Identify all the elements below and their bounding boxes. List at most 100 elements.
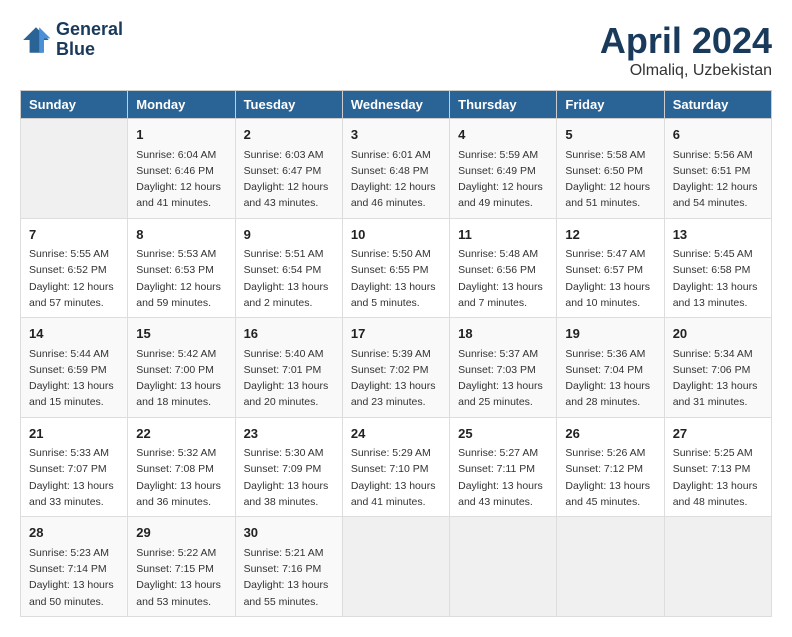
calendar-cell: 29Sunrise: 5:22 AMSunset: 7:15 PMDayligh…	[128, 517, 235, 617]
day-info: Sunrise: 5:58 AMSunset: 6:50 PMDaylight:…	[565, 147, 655, 212]
day-number: 23	[244, 424, 334, 444]
day-info: Sunrise: 5:48 AMSunset: 6:56 PMDaylight:…	[458, 246, 548, 311]
day-info: Sunrise: 5:22 AMSunset: 7:15 PMDaylight:…	[136, 545, 226, 610]
logo: General Blue	[20, 20, 123, 60]
day-number: 14	[29, 324, 119, 344]
day-number: 3	[351, 125, 441, 145]
day-info: Sunrise: 5:26 AMSunset: 7:12 PMDaylight:…	[565, 445, 655, 510]
day-number: 1	[136, 125, 226, 145]
day-number: 24	[351, 424, 441, 444]
calendar-cell: 4Sunrise: 5:59 AMSunset: 6:49 PMDaylight…	[450, 119, 557, 219]
day-info: Sunrise: 5:30 AMSunset: 7:09 PMDaylight:…	[244, 445, 334, 510]
calendar-cell: 23Sunrise: 5:30 AMSunset: 7:09 PMDayligh…	[235, 417, 342, 517]
calendar-cell: 19Sunrise: 5:36 AMSunset: 7:04 PMDayligh…	[557, 318, 664, 418]
calendar-cell: 17Sunrise: 5:39 AMSunset: 7:02 PMDayligh…	[342, 318, 449, 418]
logo-icon	[20, 24, 52, 56]
calendar-cell: 30Sunrise: 5:21 AMSunset: 7:16 PMDayligh…	[235, 517, 342, 617]
calendar-cell: 10Sunrise: 5:50 AMSunset: 6:55 PMDayligh…	[342, 218, 449, 318]
week-row-5: 28Sunrise: 5:23 AMSunset: 7:14 PMDayligh…	[21, 517, 772, 617]
day-number: 4	[458, 125, 548, 145]
calendar-cell: 5Sunrise: 5:58 AMSunset: 6:50 PMDaylight…	[557, 119, 664, 219]
day-info: Sunrise: 5:32 AMSunset: 7:08 PMDaylight:…	[136, 445, 226, 510]
calendar-cell	[664, 517, 771, 617]
column-header-sunday: Sunday	[21, 91, 128, 119]
day-info: Sunrise: 5:21 AMSunset: 7:16 PMDaylight:…	[244, 545, 334, 610]
calendar-cell: 14Sunrise: 5:44 AMSunset: 6:59 PMDayligh…	[21, 318, 128, 418]
calendar-cell: 18Sunrise: 5:37 AMSunset: 7:03 PMDayligh…	[450, 318, 557, 418]
day-info: Sunrise: 5:45 AMSunset: 6:58 PMDaylight:…	[673, 246, 763, 311]
calendar-cell: 20Sunrise: 5:34 AMSunset: 7:06 PMDayligh…	[664, 318, 771, 418]
day-info: Sunrise: 6:01 AMSunset: 6:48 PMDaylight:…	[351, 147, 441, 212]
calendar-cell: 16Sunrise: 5:40 AMSunset: 7:01 PMDayligh…	[235, 318, 342, 418]
calendar-cell: 24Sunrise: 5:29 AMSunset: 7:10 PMDayligh…	[342, 417, 449, 517]
day-info: Sunrise: 5:50 AMSunset: 6:55 PMDaylight:…	[351, 246, 441, 311]
day-info: Sunrise: 5:51 AMSunset: 6:54 PMDaylight:…	[244, 246, 334, 311]
day-number: 13	[673, 225, 763, 245]
calendar-cell: 13Sunrise: 5:45 AMSunset: 6:58 PMDayligh…	[664, 218, 771, 318]
day-info: Sunrise: 5:47 AMSunset: 6:57 PMDaylight:…	[565, 246, 655, 311]
day-info: Sunrise: 5:59 AMSunset: 6:49 PMDaylight:…	[458, 147, 548, 212]
day-number: 20	[673, 324, 763, 344]
day-info: Sunrise: 6:03 AMSunset: 6:47 PMDaylight:…	[244, 147, 334, 212]
week-row-2: 7Sunrise: 5:55 AMSunset: 6:52 PMDaylight…	[21, 218, 772, 318]
calendar-cell	[450, 517, 557, 617]
day-info: Sunrise: 5:55 AMSunset: 6:52 PMDaylight:…	[29, 246, 119, 311]
day-number: 16	[244, 324, 334, 344]
day-info: Sunrise: 5:27 AMSunset: 7:11 PMDaylight:…	[458, 445, 548, 510]
day-info: Sunrise: 5:23 AMSunset: 7:14 PMDaylight:…	[29, 545, 119, 610]
day-info: Sunrise: 5:36 AMSunset: 7:04 PMDaylight:…	[565, 346, 655, 411]
day-number: 15	[136, 324, 226, 344]
day-info: Sunrise: 5:33 AMSunset: 7:07 PMDaylight:…	[29, 445, 119, 510]
calendar-cell: 6Sunrise: 5:56 AMSunset: 6:51 PMDaylight…	[664, 119, 771, 219]
calendar-cell: 1Sunrise: 6:04 AMSunset: 6:46 PMDaylight…	[128, 119, 235, 219]
day-number: 27	[673, 424, 763, 444]
day-info: Sunrise: 5:56 AMSunset: 6:51 PMDaylight:…	[673, 147, 763, 212]
calendar-cell: 11Sunrise: 5:48 AMSunset: 6:56 PMDayligh…	[450, 218, 557, 318]
calendar-table: SundayMondayTuesdayWednesdayThursdayFrid…	[20, 90, 772, 617]
day-number: 25	[458, 424, 548, 444]
day-number: 7	[29, 225, 119, 245]
day-number: 28	[29, 523, 119, 543]
day-number: 18	[458, 324, 548, 344]
calendar-cell: 21Sunrise: 5:33 AMSunset: 7:07 PMDayligh…	[21, 417, 128, 517]
day-number: 22	[136, 424, 226, 444]
calendar-cell: 9Sunrise: 5:51 AMSunset: 6:54 PMDaylight…	[235, 218, 342, 318]
day-info: Sunrise: 5:29 AMSunset: 7:10 PMDaylight:…	[351, 445, 441, 510]
calendar-cell: 22Sunrise: 5:32 AMSunset: 7:08 PMDayligh…	[128, 417, 235, 517]
calendar-cell: 15Sunrise: 5:42 AMSunset: 7:00 PMDayligh…	[128, 318, 235, 418]
day-number: 12	[565, 225, 655, 245]
calendar-header-row: SundayMondayTuesdayWednesdayThursdayFrid…	[21, 91, 772, 119]
day-number: 19	[565, 324, 655, 344]
day-info: Sunrise: 5:25 AMSunset: 7:13 PMDaylight:…	[673, 445, 763, 510]
day-number: 17	[351, 324, 441, 344]
calendar-cell: 3Sunrise: 6:01 AMSunset: 6:48 PMDaylight…	[342, 119, 449, 219]
day-number: 30	[244, 523, 334, 543]
day-number: 8	[136, 225, 226, 245]
column-header-tuesday: Tuesday	[235, 91, 342, 119]
column-header-monday: Monday	[128, 91, 235, 119]
calendar-cell: 27Sunrise: 5:25 AMSunset: 7:13 PMDayligh…	[664, 417, 771, 517]
column-header-friday: Friday	[557, 91, 664, 119]
header: General Blue April 2024 Olmaliq, Uzbekis…	[20, 20, 772, 80]
day-number: 9	[244, 225, 334, 245]
calendar-cell: 25Sunrise: 5:27 AMSunset: 7:11 PMDayligh…	[450, 417, 557, 517]
calendar-cell: 26Sunrise: 5:26 AMSunset: 7:12 PMDayligh…	[557, 417, 664, 517]
calendar-cell: 12Sunrise: 5:47 AMSunset: 6:57 PMDayligh…	[557, 218, 664, 318]
location-subtitle: Olmaliq, Uzbekistan	[600, 62, 772, 80]
day-info: Sunrise: 5:53 AMSunset: 6:53 PMDaylight:…	[136, 246, 226, 311]
month-title: April 2024	[600, 20, 772, 62]
day-number: 11	[458, 225, 548, 245]
column-header-thursday: Thursday	[450, 91, 557, 119]
calendar-cell: 7Sunrise: 5:55 AMSunset: 6:52 PMDaylight…	[21, 218, 128, 318]
week-row-4: 21Sunrise: 5:33 AMSunset: 7:07 PMDayligh…	[21, 417, 772, 517]
column-header-saturday: Saturday	[664, 91, 771, 119]
day-number: 6	[673, 125, 763, 145]
day-number: 2	[244, 125, 334, 145]
day-info: Sunrise: 5:42 AMSunset: 7:00 PMDaylight:…	[136, 346, 226, 411]
day-number: 29	[136, 523, 226, 543]
week-row-1: 1Sunrise: 6:04 AMSunset: 6:46 PMDaylight…	[21, 119, 772, 219]
calendar-cell	[342, 517, 449, 617]
day-number: 10	[351, 225, 441, 245]
day-info: Sunrise: 5:37 AMSunset: 7:03 PMDaylight:…	[458, 346, 548, 411]
calendar-cell: 8Sunrise: 5:53 AMSunset: 6:53 PMDaylight…	[128, 218, 235, 318]
